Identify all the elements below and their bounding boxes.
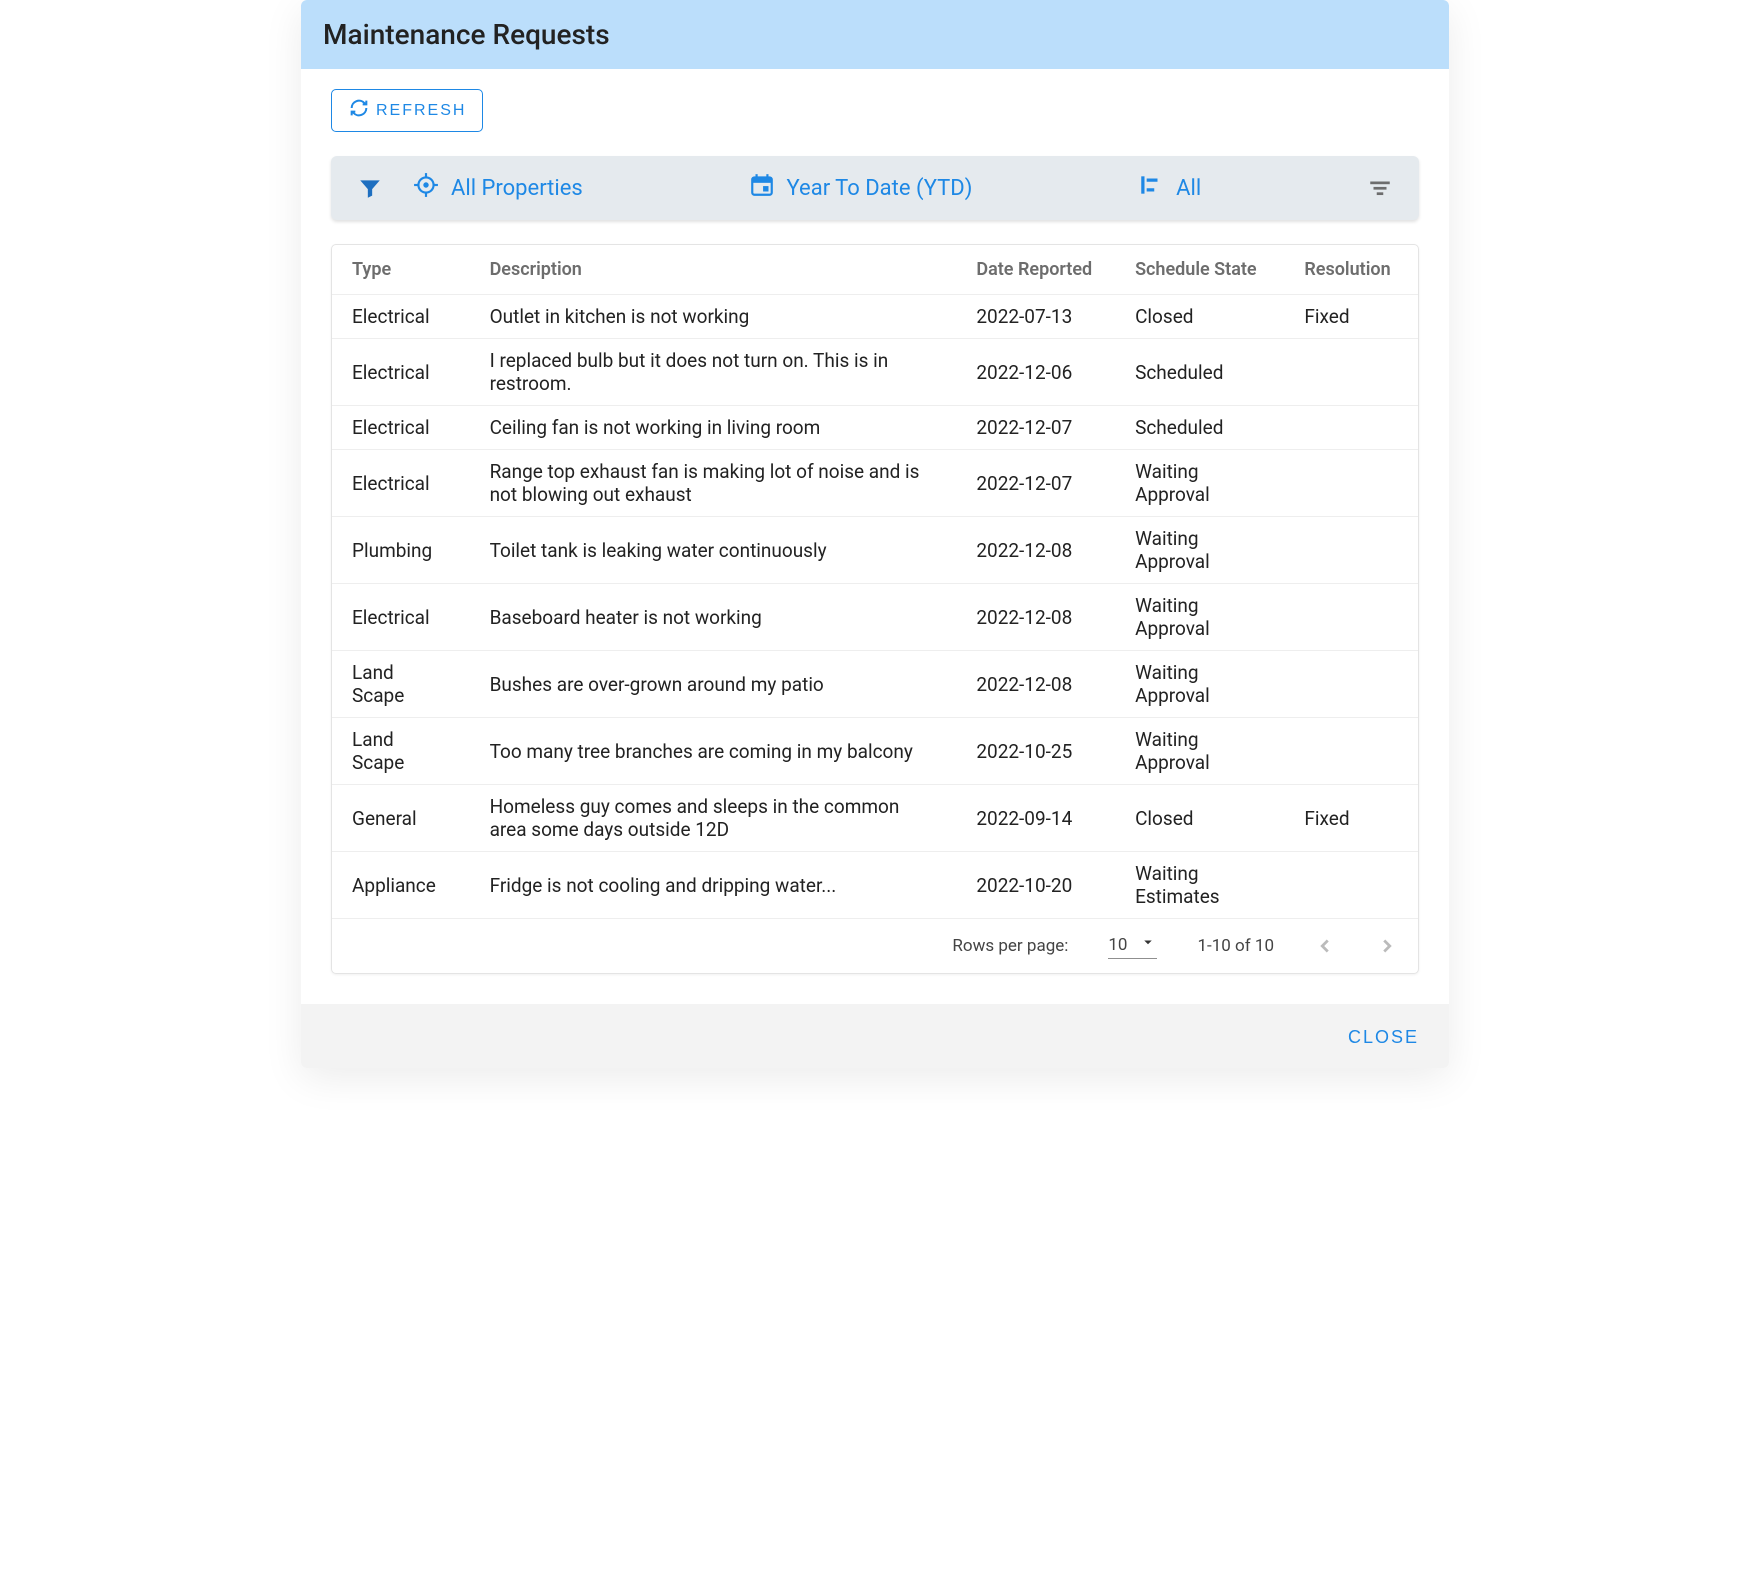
cell-date: 2022-12-08 <box>956 651 1115 718</box>
cell-date: 2022-12-08 <box>956 584 1115 651</box>
filter-state[interactable]: All <box>1138 172 1201 204</box>
cell-date: 2022-12-07 <box>956 450 1115 517</box>
cell-description: Homeless guy comes and sleeps in the com… <box>470 785 957 852</box>
cell-description: I replaced bulb but it does not turn on.… <box>470 339 957 406</box>
cell-type: Electrical <box>332 406 470 450</box>
page-title: Maintenance Requests <box>323 18 1427 51</box>
cell-date: 2022-12-06 <box>956 339 1115 406</box>
table-row[interactable]: ElectricalCeiling fan is not working in … <box>332 406 1418 450</box>
cell-resolution <box>1284 406 1418 450</box>
table-row[interactable]: Land ScapeBushes are over-grown around m… <box>332 651 1418 718</box>
crosshair-icon <box>413 172 439 204</box>
table-row[interactable]: ElectricalRange top exhaust fan is makin… <box>332 450 1418 517</box>
dialog-footer: CLOSE <box>301 1004 1449 1068</box>
cell-resolution <box>1284 718 1418 785</box>
cell-description: Ceiling fan is not working in living roo… <box>470 406 957 450</box>
cell-state: Waiting Approval <box>1115 517 1284 584</box>
maintenance-requests-dialog: Maintenance Requests REFRESH <box>301 0 1449 1068</box>
cell-description: Baseboard heater is not working <box>470 584 957 651</box>
table-row[interactable]: ElectricalBaseboard heater is not workin… <box>332 584 1418 651</box>
filter-state-label: All <box>1176 176 1201 201</box>
state-icon <box>1138 172 1164 204</box>
table-header: Type Description Date Reported Schedule … <box>332 245 1418 295</box>
cell-type: Electrical <box>332 295 470 339</box>
cell-resolution <box>1284 450 1418 517</box>
sort-icon[interactable] <box>1367 175 1393 201</box>
prev-page-button[interactable] <box>1314 935 1336 957</box>
col-type-header[interactable]: Type <box>332 245 470 295</box>
close-button-label: CLOSE <box>1348 1027 1419 1047</box>
requests-table-container: Type Description Date Reported Schedule … <box>331 244 1419 974</box>
col-resolution-header[interactable]: Resolution <box>1284 245 1418 295</box>
cell-state: Closed <box>1115 295 1284 339</box>
refresh-button[interactable]: REFRESH <box>331 89 483 132</box>
close-button[interactable]: CLOSE <box>1348 1027 1419 1048</box>
dialog-header: Maintenance Requests <box>301 0 1449 69</box>
cell-date: 2022-12-08 <box>956 517 1115 584</box>
requests-table: Type Description Date Reported Schedule … <box>332 245 1418 918</box>
cell-type: Electrical <box>332 584 470 651</box>
cell-description: Range top exhaust fan is making lot of n… <box>470 450 957 517</box>
table-row[interactable]: GeneralHomeless guy comes and sleeps in … <box>332 785 1418 852</box>
filter-properties[interactable]: All Properties <box>413 172 583 204</box>
table-row[interactable]: Land ScapeToo many tree branches are com… <box>332 718 1418 785</box>
cell-description: Too many tree branches are coming in my … <box>470 718 957 785</box>
cell-resolution <box>1284 852 1418 919</box>
cell-description: Outlet in kitchen is not working <box>470 295 957 339</box>
filter-icon[interactable] <box>357 175 383 201</box>
filter-date-range[interactable]: Year To Date (YTD) <box>749 172 973 204</box>
refresh-icon <box>348 97 370 124</box>
table-row[interactable]: ApplianceFridge is not cooling and dripp… <box>332 852 1418 919</box>
rows-per-page-label: Rows per page: <box>952 936 1068 956</box>
cell-date: 2022-10-20 <box>956 852 1115 919</box>
col-state-header[interactable]: Schedule State <box>1115 245 1284 295</box>
cell-state: Waiting Estimates <box>1115 852 1284 919</box>
cell-state: Closed <box>1115 785 1284 852</box>
filter-properties-label: All Properties <box>451 176 583 201</box>
cell-type: Plumbing <box>332 517 470 584</box>
cell-state: Waiting Approval <box>1115 651 1284 718</box>
rows-per-page-select[interactable]: 10 <box>1108 933 1157 959</box>
cell-description: Bushes are over-grown around my patio <box>470 651 957 718</box>
cell-date: 2022-09-14 <box>956 785 1115 852</box>
col-date-header[interactable]: Date Reported <box>956 245 1115 295</box>
cell-type: Electrical <box>332 339 470 406</box>
cell-date: 2022-12-07 <box>956 406 1115 450</box>
cell-description: Toilet tank is leaking water continuousl… <box>470 517 957 584</box>
cell-date: 2022-07-13 <box>956 295 1115 339</box>
table-row[interactable]: ElectricalOutlet in kitchen is not worki… <box>332 295 1418 339</box>
cell-date: 2022-10-25 <box>956 718 1115 785</box>
table-footer: Rows per page: 10 1-10 of 10 <box>332 918 1418 973</box>
cell-description: Fridge is not cooling and dripping water… <box>470 852 957 919</box>
next-page-button[interactable] <box>1376 935 1398 957</box>
cell-type: Land Scape <box>332 651 470 718</box>
cell-type: Appliance <box>332 852 470 919</box>
cell-state: Scheduled <box>1115 406 1284 450</box>
cell-resolution <box>1284 517 1418 584</box>
cell-resolution <box>1284 651 1418 718</box>
col-description-header[interactable]: Description <box>470 245 957 295</box>
refresh-button-label: REFRESH <box>376 102 466 120</box>
table-row[interactable]: PlumbingToilet tank is leaking water con… <box>332 517 1418 584</box>
rows-per-page-value: 10 <box>1108 935 1127 955</box>
cell-type: Land Scape <box>332 718 470 785</box>
dialog-body: REFRESH All Properties <box>301 69 1449 1004</box>
caret-down-icon <box>1139 933 1157 956</box>
cell-state: Waiting Approval <box>1115 450 1284 517</box>
cell-resolution: Fixed <box>1284 295 1418 339</box>
calendar-icon <box>749 172 775 204</box>
cell-state: Waiting Approval <box>1115 584 1284 651</box>
filter-bar: All Properties Year To Date (YTD) <box>331 156 1419 220</box>
cell-type: General <box>332 785 470 852</box>
cell-resolution <box>1284 339 1418 406</box>
cell-resolution: Fixed <box>1284 785 1418 852</box>
filter-date-range-label: Year To Date (YTD) <box>787 176 973 201</box>
table-row[interactable]: ElectricalI replaced bulb but it does no… <box>332 339 1418 406</box>
cell-state: Scheduled <box>1115 339 1284 406</box>
pagination-range: 1-10 of 10 <box>1197 936 1274 956</box>
cell-state: Waiting Approval <box>1115 718 1284 785</box>
table-body: ElectricalOutlet in kitchen is not worki… <box>332 295 1418 919</box>
cell-type: Electrical <box>332 450 470 517</box>
cell-resolution <box>1284 584 1418 651</box>
